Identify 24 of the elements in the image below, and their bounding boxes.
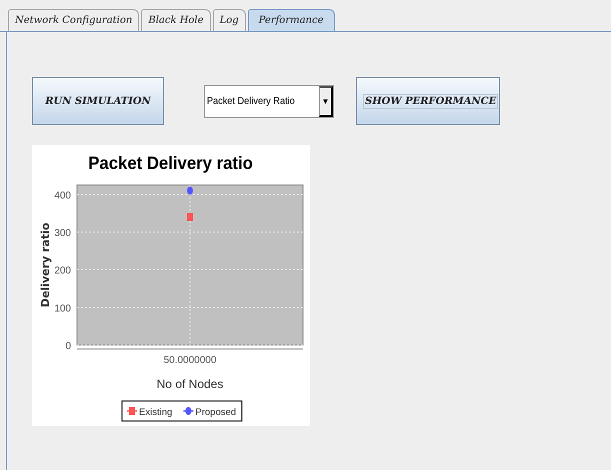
tab[interactable]: Performance xyxy=(248,9,335,31)
square-legend-icon xyxy=(127,407,137,415)
metric-dropdown[interactable]: Packet Delivery Ratio ▼ xyxy=(204,84,334,118)
y-tick-label: 300 xyxy=(54,228,71,240)
tab[interactable]: Black Hole xyxy=(141,9,211,31)
y-tick-label: 0 xyxy=(65,341,71,352)
legend-label: Proposed xyxy=(195,407,236,418)
chart-title: Packet Delivery ratio xyxy=(88,152,253,174)
tab[interactable]: Log xyxy=(212,9,246,31)
y-tick-label: 100 xyxy=(54,303,71,314)
dropdown-value: Packet Delivery Ratio xyxy=(206,94,296,108)
x-tick-label: 50.0000000 xyxy=(164,355,216,366)
x-axis-title: No of Nodes xyxy=(156,377,224,391)
data-point xyxy=(187,213,193,221)
legend-label: Existing xyxy=(139,407,172,418)
tab[interactable]: Network Configuration xyxy=(8,9,140,31)
y-tick-label: 200 xyxy=(54,266,71,277)
run-simulation-button[interactable]: RUN SIMULATION xyxy=(32,77,164,125)
data-point xyxy=(187,186,193,195)
y-tick-label: 400 xyxy=(54,190,71,202)
circle-legend-icon xyxy=(183,407,194,415)
show-performance-button[interactable]: SHOW PERFORMANCE xyxy=(356,77,500,125)
y-axis-title: Delivery ratio xyxy=(39,222,52,308)
dropdown-arrow-button[interactable]: ▼ xyxy=(319,86,333,116)
